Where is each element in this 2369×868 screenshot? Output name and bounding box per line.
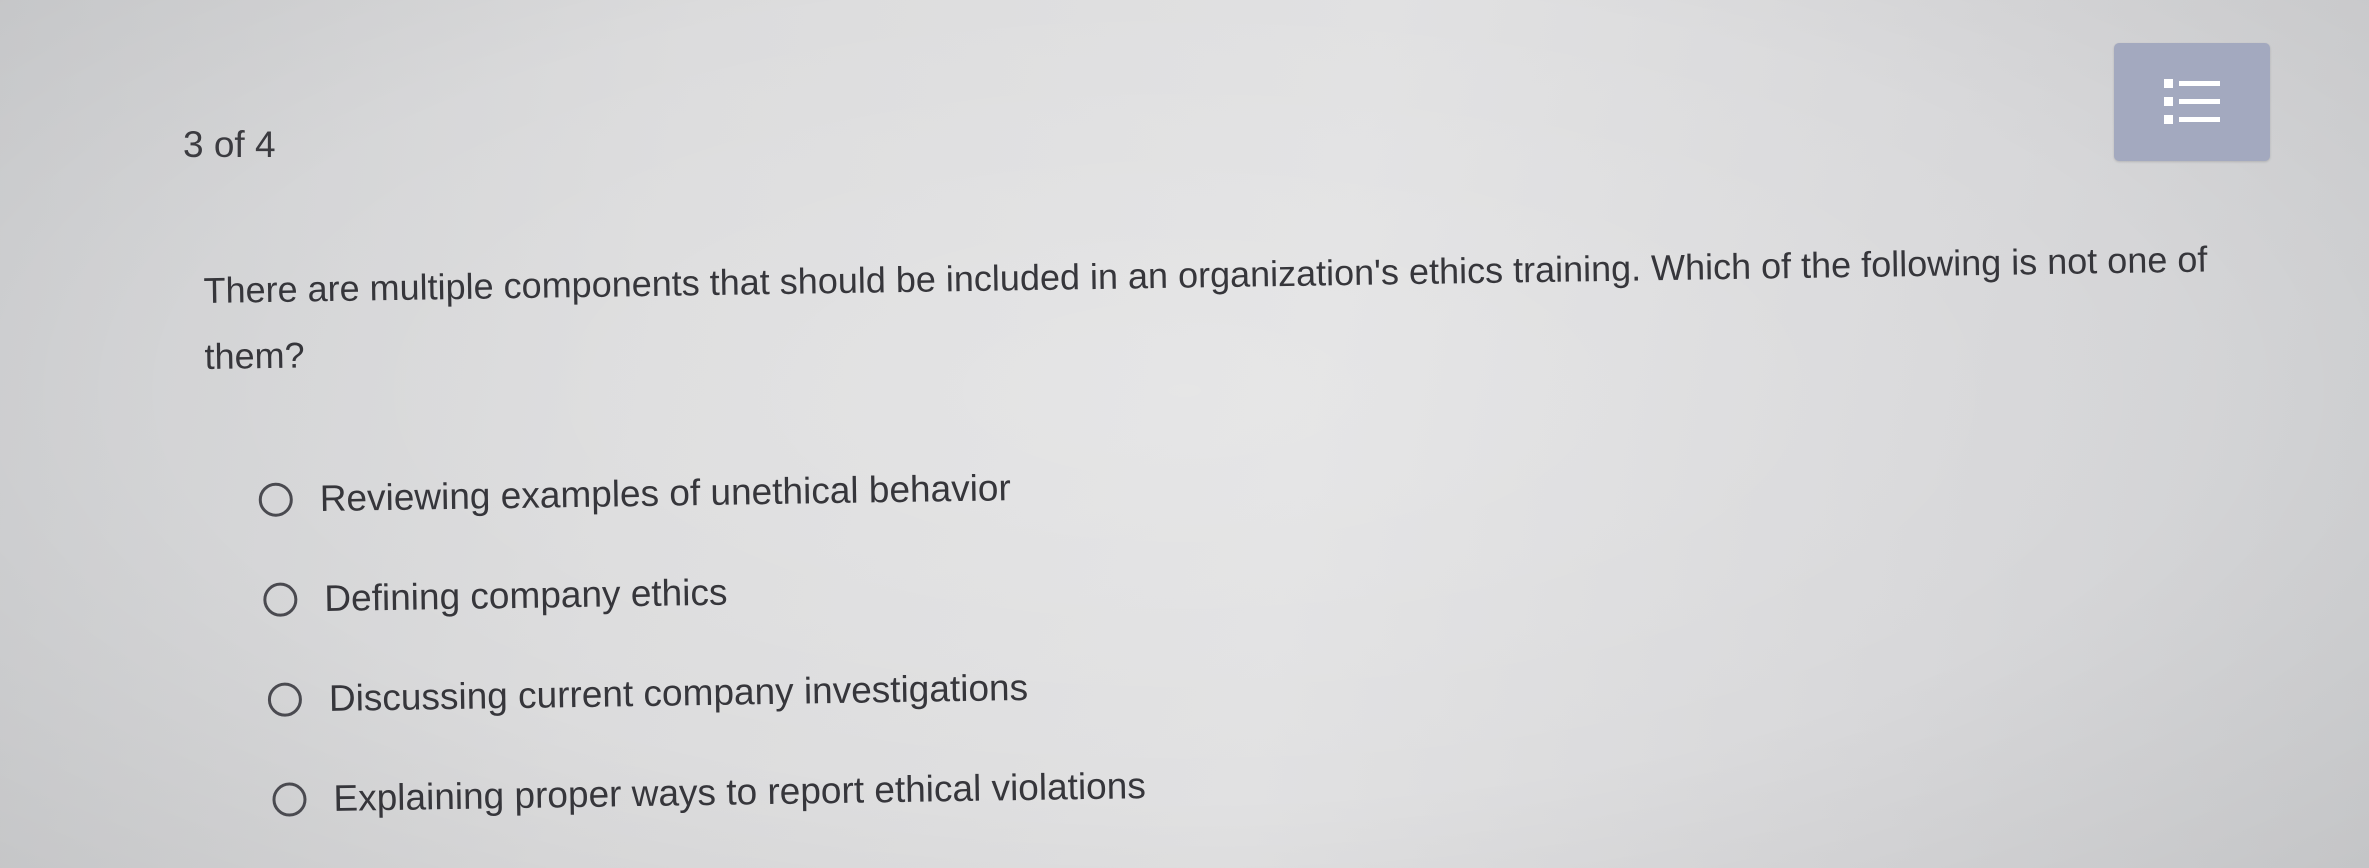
answer-option-label: Discussing current company investigation… xyxy=(328,666,1029,719)
answer-option[interactable]: Reviewing examples of unethical behavior xyxy=(258,436,1142,550)
answer-option-label: Defining company ethics xyxy=(324,571,728,619)
radio-button[interactable] xyxy=(263,582,298,617)
question-list-button[interactable] xyxy=(2114,43,2270,161)
answer-option[interactable]: Explaining proper ways to report ethical… xyxy=(263,736,1147,850)
question-progress: 3 of 4 xyxy=(183,124,276,165)
radio-button[interactable] xyxy=(258,482,294,517)
answer-options: Reviewing examples of unethical behavior… xyxy=(258,436,1147,850)
list-icon xyxy=(2164,79,2220,124)
answer-option-label: Reviewing examples of unethical behavior xyxy=(319,467,1012,520)
answer-option[interactable]: Discussing current company investigation… xyxy=(261,636,1145,750)
question-text: There are multiple components that shoul… xyxy=(203,238,2208,377)
radio-button[interactable] xyxy=(272,782,307,817)
radio-button[interactable] xyxy=(267,682,303,717)
answer-option[interactable]: Defining company ethics xyxy=(260,536,1144,650)
answer-option-label: Explaining proper ways to report ethical… xyxy=(333,765,1147,819)
